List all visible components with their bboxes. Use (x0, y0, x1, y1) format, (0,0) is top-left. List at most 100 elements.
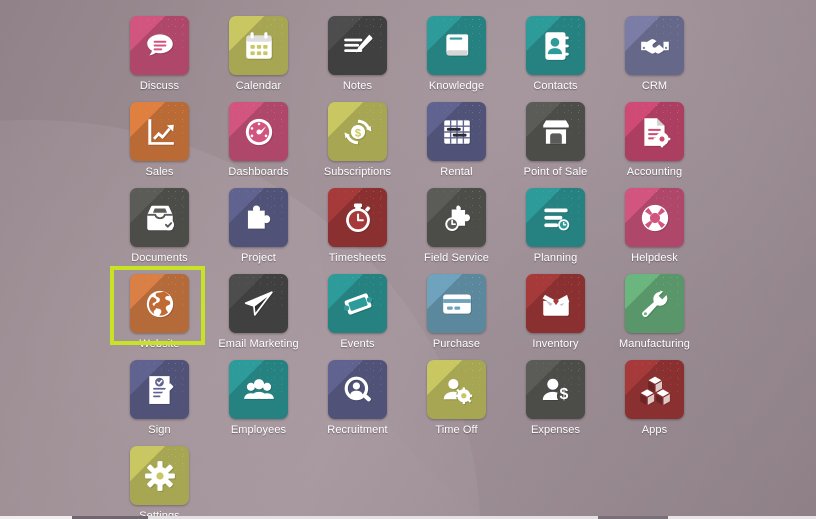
paper-plane-icon[interactable] (229, 274, 288, 333)
address-book-icon-glyph (539, 29, 573, 63)
app-tile-settings[interactable]: Settings (110, 438, 209, 519)
app-tile-email-marketing[interactable]: Email Marketing (209, 266, 308, 352)
app-tile-discuss[interactable]: Discuss (110, 8, 209, 94)
app-label: Rental (440, 166, 473, 178)
app-label: Planning (533, 252, 578, 264)
people-group-icon-glyph (242, 373, 276, 407)
stopwatch-icon[interactable] (328, 188, 387, 247)
apps-grid: Discuss Calendar Notes Knowledge Contacts CRM… (110, 8, 810, 519)
puzzle-piece-icon[interactable] (229, 188, 288, 247)
app-label: Subscriptions (323, 166, 392, 178)
handshake-icon[interactable] (625, 16, 684, 75)
app-label: Documents (131, 252, 188, 264)
invoice-gear-icon[interactable] (625, 102, 684, 161)
credit-card-icon[interactable] (427, 274, 486, 333)
app-tile-dashboards[interactable]: Dashboards (209, 94, 308, 180)
app-tile-expenses[interactable]: $ Expenses (506, 352, 605, 438)
cubes-icon[interactable] (625, 360, 684, 419)
app-label: Employees (230, 424, 287, 436)
signed-document-icon-glyph (143, 373, 177, 407)
invoice-gear-icon-glyph (638, 115, 672, 149)
life-ring-icon-glyph (638, 201, 672, 235)
app-tile-subscriptions[interactable]: $ Subscriptions (308, 94, 407, 180)
app-label: Contacts (533, 80, 578, 92)
gantt-grid-icon-glyph (440, 115, 474, 149)
app-tile-website[interactable]: Website (110, 266, 209, 352)
speedometer-icon[interactable] (229, 102, 288, 161)
person-search-icon[interactable] (328, 360, 387, 419)
person-gear-icon-glyph (440, 373, 474, 407)
worker-puzzle-icon[interactable] (427, 188, 486, 247)
app-tile-helpdesk[interactable]: Helpdesk (605, 180, 704, 266)
gear-icon[interactable] (130, 446, 189, 505)
globe-icon[interactable] (130, 274, 189, 333)
app-tile-crm[interactable]: CRM (605, 8, 704, 94)
recurring-dollar-icon-glyph: $ (341, 115, 375, 149)
life-ring-icon[interactable] (625, 188, 684, 247)
app-tile-knowledge[interactable]: Knowledge (407, 8, 506, 94)
open-box-icon[interactable] (526, 274, 585, 333)
app-label: Calendar (235, 80, 282, 92)
people-group-icon[interactable] (229, 360, 288, 419)
note-pencil-icon[interactable] (328, 16, 387, 75)
app-tile-accounting[interactable]: Accounting (605, 94, 704, 180)
planning-lines-icon[interactable] (526, 188, 585, 247)
app-label: Discuss (139, 80, 180, 92)
app-label: Project (241, 252, 276, 264)
app-label: Timesheets (328, 252, 387, 264)
app-tile-events[interactable]: Events (308, 266, 407, 352)
app-tile-employees[interactable]: Employees (209, 352, 308, 438)
app-tile-sales[interactable]: Sales (110, 94, 209, 180)
chart-growth-icon[interactable] (130, 102, 189, 161)
app-tile-point-of-sale[interactable]: Point of Sale (506, 94, 605, 180)
app-label: Knowledge (428, 80, 485, 92)
signed-document-icon[interactable] (130, 360, 189, 419)
app-tile-purchase[interactable]: Purchase (407, 266, 506, 352)
app-tile-rental[interactable]: Rental (407, 94, 506, 180)
app-label: Notes (342, 80, 373, 92)
wrench-icon[interactable] (625, 274, 684, 333)
ticket-icon[interactable] (328, 274, 387, 333)
app-tile-notes[interactable]: Notes (308, 8, 407, 94)
app-tile-sign[interactable]: Sign (110, 352, 209, 438)
calendar-icon[interactable] (229, 16, 288, 75)
app-tile-documents[interactable]: Documents (110, 180, 209, 266)
app-tile-manufacturing[interactable]: Manufacturing (605, 266, 704, 352)
app-label: Dashboards (228, 166, 289, 178)
handshake-icon-glyph (638, 29, 672, 63)
storefront-icon[interactable] (526, 102, 585, 161)
app-tile-project[interactable]: Project (209, 180, 308, 266)
chat-bubble-icon[interactable] (130, 16, 189, 75)
app-label: CRM (641, 80, 668, 92)
worker-puzzle-icon-glyph (440, 201, 474, 235)
app-tile-field-service[interactable]: Field Service (407, 180, 506, 266)
file-tray-check-icon[interactable] (130, 188, 189, 247)
app-tile-contacts[interactable]: Contacts (506, 8, 605, 94)
book-icon-glyph (440, 29, 474, 63)
app-label: Helpdesk (631, 252, 678, 264)
person-dollar-icon[interactable]: $ (526, 360, 585, 419)
app-tile-timesheets[interactable]: Timesheets (308, 180, 407, 266)
app-tile-planning[interactable]: Planning (506, 180, 605, 266)
puzzle-piece-icon-glyph (242, 201, 276, 235)
gantt-grid-icon[interactable] (427, 102, 486, 161)
app-label: Inventory (532, 338, 579, 350)
person-gear-icon[interactable] (427, 360, 486, 419)
app-tile-recruitment[interactable]: Recruitment (308, 352, 407, 438)
wrench-icon-glyph (638, 287, 672, 321)
app-tile-calendar[interactable]: Calendar (209, 8, 308, 94)
address-book-icon[interactable] (526, 16, 585, 75)
app-tile-inventory[interactable]: Inventory (506, 266, 605, 352)
speedometer-icon-glyph (242, 115, 276, 149)
desktop-background: Discuss Calendar Notes Knowledge Contacts CRM… (0, 0, 816, 519)
app-tile-apps[interactable]: Apps (605, 352, 704, 438)
book-icon[interactable] (427, 16, 486, 75)
cubes-icon-glyph (638, 373, 672, 407)
chart-growth-icon-glyph (143, 115, 177, 149)
recurring-dollar-icon[interactable]: $ (328, 102, 387, 161)
gear-icon-glyph (143, 459, 177, 493)
file-tray-check-icon-glyph (143, 201, 177, 235)
app-tile-time-off[interactable]: Time Off (407, 352, 506, 438)
note-pencil-icon-glyph (341, 29, 375, 63)
globe-icon-glyph (143, 287, 177, 321)
